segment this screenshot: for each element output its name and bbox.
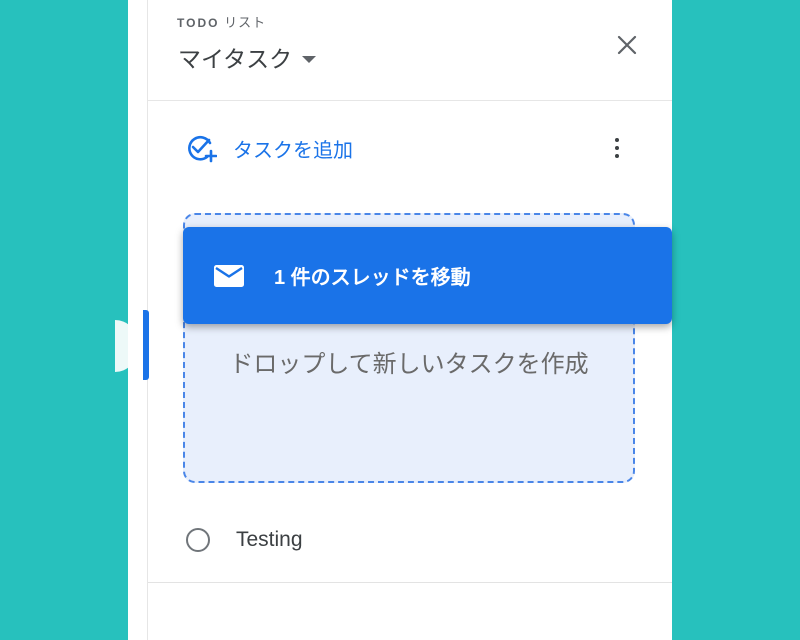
drag-chip-label: 1 件のスレッドを移動	[274, 267, 471, 289]
drag-chip[interactable]: 1 件のスレッドを移動	[183, 227, 672, 324]
caret-down-icon	[302, 55, 317, 63]
more-vert-icon	[615, 138, 619, 142]
list-label-prefix: TODO	[177, 16, 220, 30]
active-nav-indicator	[143, 310, 149, 380]
task-complete-checkbox[interactable]	[186, 528, 210, 552]
task-list-divider	[148, 582, 672, 583]
list-label-suffix: リスト	[219, 15, 267, 30]
mail-icon	[214, 264, 244, 287]
close-icon	[617, 35, 637, 55]
list-label: TODO リスト	[177, 12, 266, 31]
more-options-button[interactable]	[604, 132, 630, 164]
close-button[interactable]	[612, 30, 642, 60]
list-selector[interactable]: マイタスク	[178, 40, 317, 74]
drop-zone-text: ドロップして新しいタスクを作成	[229, 351, 589, 378]
add-task-icon	[188, 136, 217, 163]
add-task-button[interactable]: タスクを追加	[185, 132, 353, 164]
task-row[interactable]: Testing	[186, 528, 303, 552]
add-task-label: タスクを追加	[233, 139, 353, 162]
header-divider	[148, 100, 672, 101]
list-title: マイタスク	[178, 46, 293, 72]
task-title: Testing	[236, 528, 303, 551]
